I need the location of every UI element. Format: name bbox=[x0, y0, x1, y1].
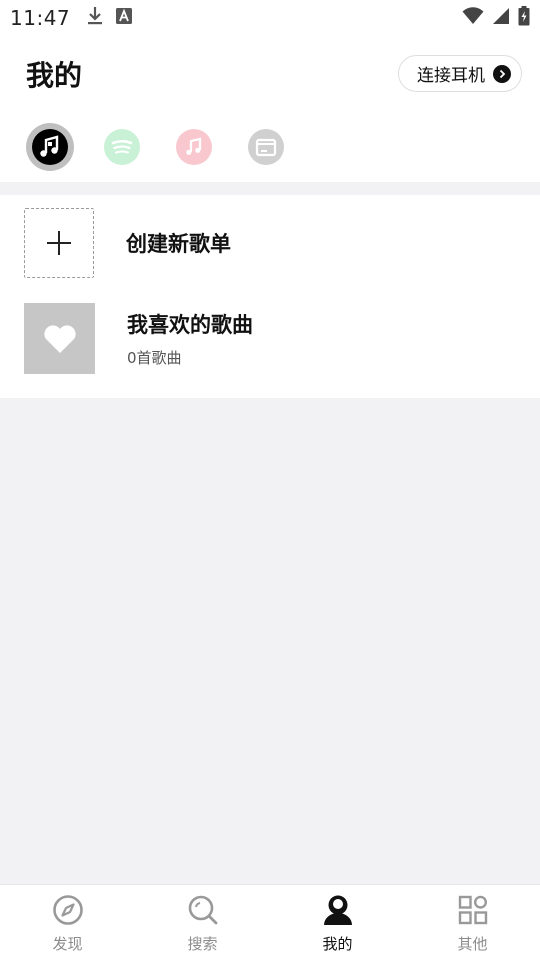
favorite-songs-count: 0首歌曲 bbox=[127, 349, 182, 367]
battery-charging-icon bbox=[518, 6, 530, 30]
download-icon bbox=[86, 6, 104, 30]
nav-other[interactable]: 其他 bbox=[405, 885, 540, 960]
music-source-selector bbox=[26, 123, 290, 171]
nav-search-label: 搜索 bbox=[187, 935, 218, 953]
nav-other-label: 其他 bbox=[457, 935, 488, 953]
source-local-music[interactable] bbox=[26, 123, 74, 171]
apple-music-icon bbox=[176, 129, 212, 165]
chevron-right-icon bbox=[493, 64, 511, 83]
favorite-songs-text: 我喜欢的歌曲 0首歌曲 bbox=[127, 309, 253, 368]
profile-icon bbox=[322, 894, 354, 930]
spotify-icon bbox=[104, 129, 140, 165]
nav-search[interactable]: 搜索 bbox=[135, 885, 270, 960]
add-icon bbox=[24, 208, 94, 278]
nav-mine-label: 我的 bbox=[322, 935, 353, 953]
folder-icon bbox=[248, 129, 284, 165]
source-apple-music[interactable] bbox=[170, 123, 218, 171]
source-spotify[interactable] bbox=[98, 123, 146, 171]
create-playlist-item[interactable]: 创建新歌单 bbox=[24, 208, 231, 278]
text-a-icon bbox=[116, 8, 133, 28]
nav-mine[interactable]: 我的 bbox=[270, 885, 405, 960]
source-files[interactable] bbox=[242, 123, 290, 171]
grid-icon bbox=[457, 894, 489, 930]
cellular-signal-icon bbox=[492, 7, 510, 29]
favorite-songs-title: 我喜欢的歌曲 bbox=[127, 313, 253, 337]
status-time: 11:47 bbox=[10, 6, 71, 30]
status-right-icons bbox=[462, 6, 530, 30]
create-playlist-text: 创建新歌单 bbox=[126, 228, 231, 258]
bottom-nav: 发现 搜索 我的 其他 bbox=[0, 884, 540, 960]
favorite-songs-item[interactable]: 我喜欢的歌曲 0首歌曲 bbox=[24, 303, 253, 374]
connect-headphones-button[interactable]: 连接耳机 bbox=[398, 55, 522, 92]
screen: 11:47 我的 连接耳机 创建新歌单 我喜欢的歌曲 0首歌曲 发现 搜索 我的… bbox=[0, 0, 540, 960]
heart-icon bbox=[24, 303, 95, 374]
status-bar: 11:47 bbox=[0, 0, 540, 36]
connect-button-label: 连接耳机 bbox=[417, 66, 485, 86]
page-title: 我的 bbox=[26, 59, 83, 92]
music-note-icon bbox=[32, 129, 68, 165]
create-playlist-label: 创建新歌单 bbox=[126, 232, 231, 256]
nav-discover[interactable]: 发现 bbox=[0, 885, 135, 960]
wifi-icon bbox=[462, 7, 484, 29]
nav-discover-label: 发现 bbox=[52, 935, 83, 953]
header: 我的 连接耳机 bbox=[0, 36, 540, 182]
playlist-list: 创建新歌单 我喜欢的歌曲 0首歌曲 bbox=[0, 195, 540, 398]
search-icon bbox=[187, 894, 219, 930]
compass-icon bbox=[52, 894, 84, 930]
status-left-icons bbox=[86, 6, 133, 30]
